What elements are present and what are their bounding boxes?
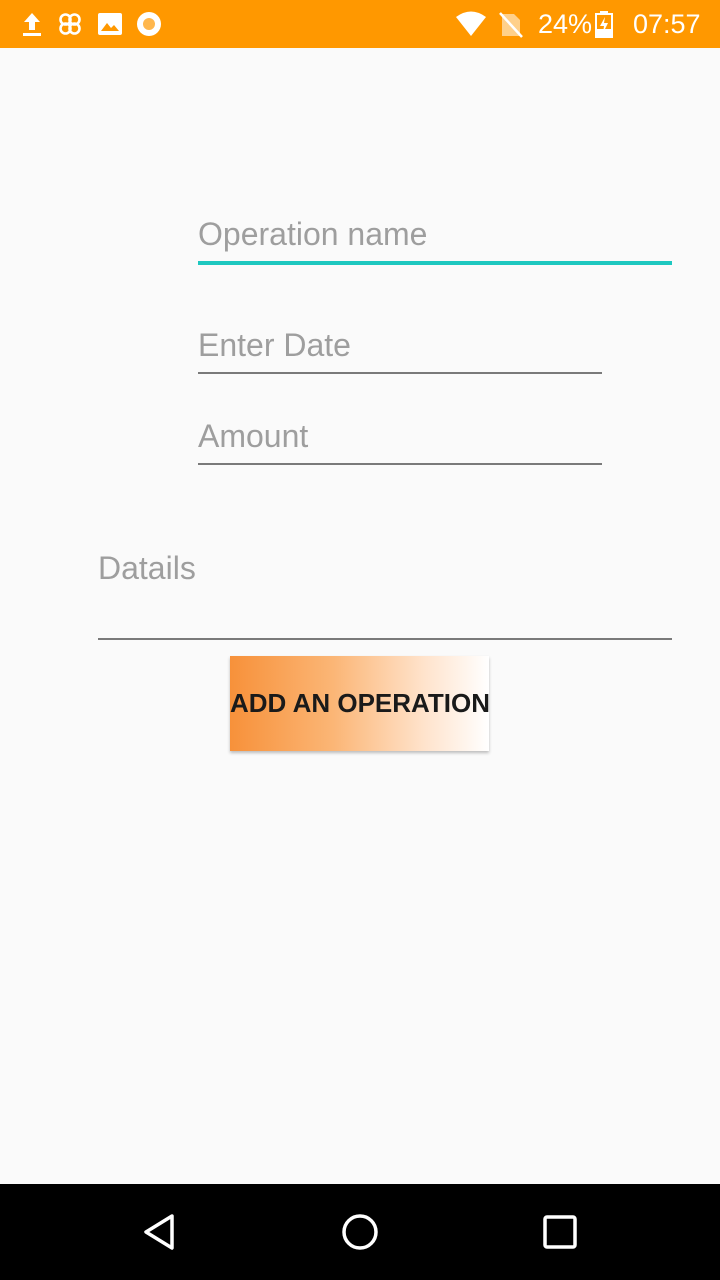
back-icon[interactable] bbox=[136, 1208, 184, 1256]
wifi-icon bbox=[455, 10, 487, 38]
status-bar: 24% 07:57 bbox=[0, 0, 720, 48]
battery-percentage: 24% bbox=[538, 9, 593, 39]
date-underline bbox=[198, 372, 602, 374]
no-sim-icon bbox=[498, 10, 524, 38]
date-field bbox=[198, 322, 602, 374]
amount-underline bbox=[198, 463, 602, 465]
clover-icon bbox=[56, 10, 84, 38]
add-operation-button[interactable]: ADD AN OPERATION bbox=[230, 656, 490, 751]
operation-name-field bbox=[198, 212, 672, 265]
details-field bbox=[98, 545, 672, 640]
home-icon[interactable] bbox=[336, 1208, 384, 1256]
status-clock: 07:57 bbox=[633, 9, 701, 39]
navigation-bar bbox=[0, 1184, 720, 1280]
amount-field bbox=[198, 413, 602, 465]
operation-name-underline bbox=[198, 261, 672, 265]
upload-icon bbox=[18, 10, 46, 38]
battery-charging-icon bbox=[595, 10, 613, 38]
details-underline bbox=[98, 638, 672, 640]
amount-input[interactable] bbox=[198, 413, 602, 459]
recents-icon[interactable] bbox=[536, 1208, 584, 1256]
details-input[interactable] bbox=[98, 545, 672, 625]
operation-name-input[interactable] bbox=[198, 212, 672, 256]
image-icon bbox=[96, 10, 124, 38]
record-icon bbox=[135, 10, 163, 38]
date-input[interactable] bbox=[198, 322, 602, 368]
